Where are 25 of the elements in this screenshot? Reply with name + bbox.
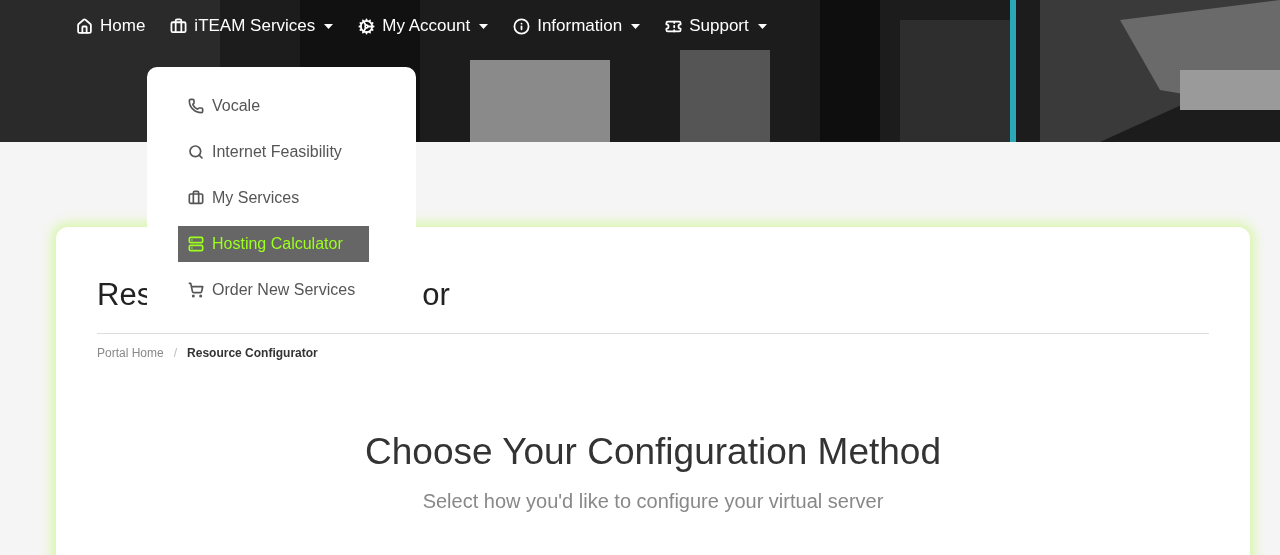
menu-item[interactable]: Internet Feasibility (178, 134, 369, 170)
nav-link[interactable]: My Account (382, 13, 471, 39)
menu-item[interactable]: Order New Services (178, 272, 369, 308)
server-icon (188, 236, 204, 252)
menu-item[interactable]: Hosting Calculator (178, 226, 369, 262)
briefcase-icon (188, 190, 204, 206)
breadcrumb-separator: / (173, 345, 178, 362)
section-subheading: Select how you'd like to configure your virtual server (421, 489, 885, 514)
nav-link[interactable]: Information (537, 13, 623, 39)
nav-link[interactable]: Support (689, 13, 749, 39)
cart-icon (188, 282, 204, 298)
menu-item[interactable]: Vocale (178, 88, 369, 124)
nav-link[interactable]: iTEAM Services (194, 13, 316, 39)
home-icon (76, 17, 93, 35)
page-title: or (422, 275, 450, 314)
breadcrumb-current: Resource Configurator (187, 345, 318, 362)
section-heading: Choose Your Configuration Method (364, 430, 942, 474)
menu-item[interactable]: My Services (178, 180, 369, 216)
info-icon (513, 17, 531, 35)
phone-icon (188, 98, 204, 114)
gears-icon (358, 17, 376, 35)
search-icon (188, 144, 204, 160)
briefcase-icon (170, 17, 188, 35)
nav-link[interactable]: Home (100, 13, 146, 39)
breadcrumb-link[interactable]: Portal Home (97, 344, 164, 362)
